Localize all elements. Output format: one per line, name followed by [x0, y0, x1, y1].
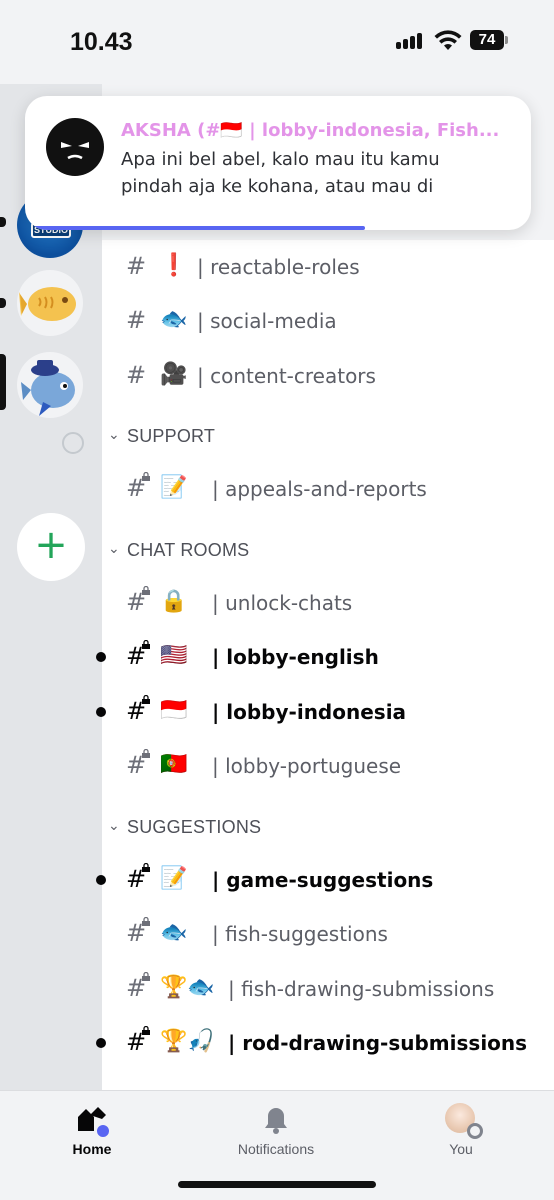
server-icon-taiyaki[interactable] [17, 270, 83, 336]
unread-indicator [96, 707, 106, 717]
text-channel-icon: # [126, 306, 147, 334]
channel-fish-drawing-submissions[interactable]: # 🏆🐟 | fish-drawing-submissions [102, 970, 554, 1010]
unread-indicator [96, 652, 106, 662]
channel-emoji: 🏆🎣 [160, 1029, 215, 1054]
channel-emoji: 🎥 [160, 362, 188, 387]
tab-label: You [449, 1141, 473, 1157]
tab-label: Notifications [237, 1141, 315, 1157]
sender-avatar [46, 118, 104, 176]
channel-content-creators[interactable]: # 🎥 | content-creators [102, 357, 554, 397]
channel-emoji: ❗ [160, 253, 188, 278]
cellular-signal-icon [396, 33, 424, 49]
channel-emoji: 📝 [160, 475, 188, 500]
unread-indicator [96, 875, 106, 885]
channel-reactable-roles[interactable]: # ❗ | reactable-roles [102, 248, 554, 288]
server-icon-fish-game[interactable] [17, 352, 83, 418]
channel-emoji: 📝 [160, 866, 188, 891]
channel-emoji: 🏆🐟 [160, 975, 215, 1000]
chevron-down-icon: ⌄ [108, 818, 120, 834]
channel-emoji: 🇵🇹 [160, 752, 188, 777]
channel-name: | fish-drawing-submissions [228, 977, 495, 1001]
chevron-down-icon: ⌄ [108, 541, 120, 557]
unread-server-pill [0, 217, 6, 227]
home-indicator[interactable] [178, 1181, 376, 1188]
channel-name: | unlock-chats [212, 591, 353, 615]
channel-lobby-indonesia[interactable]: # 🇮🇩 | lobby-indonesia [96, 693, 554, 733]
channel-social-media[interactable]: # 🐟 | social-media [102, 302, 554, 342]
notification-title: AKSHA (#🇮🇩 | lobby-indonesia, Fish... [121, 120, 500, 141]
channel-emoji: 🔒 [160, 589, 188, 614]
lock-icon [142, 972, 150, 981]
channel-name: | fish-suggestions [212, 922, 388, 946]
channel-name: | rod-drawing-submissions [228, 1031, 528, 1055]
tab-home[interactable]: Home [32, 1103, 152, 1163]
battery-level: 74 [470, 30, 504, 50]
channel-name: | game-suggestions [212, 868, 434, 892]
channel-name: | appeals-and-reports [212, 477, 427, 501]
selected-server-pill [0, 354, 6, 410]
category-label: CHAT ROOMS [127, 540, 250, 560]
notification-progress-bar [25, 226, 365, 230]
lock-icon [142, 640, 150, 649]
wifi-icon [434, 30, 462, 50]
add-server-button[interactable]: + [17, 513, 85, 581]
server-rail: STUDIO + [0, 84, 102, 1090]
channel-rod-drawing-submissions[interactable]: # 🏆🎣 | rod-drawing-submissions [96, 1024, 554, 1064]
lock-icon [142, 472, 150, 481]
unread-indicator [96, 1038, 106, 1048]
lock-icon [142, 1026, 150, 1035]
category-support[interactable]: ⌄ SUPPORT [102, 423, 554, 453]
channel-unlock-chats[interactable]: # 🔒 | unlock-chats [102, 584, 554, 624]
channel-appeals-and-reports[interactable]: # 📝 | appeals-and-reports [102, 470, 554, 510]
tab-you[interactable]: You [401, 1103, 521, 1163]
lock-icon [142, 749, 150, 758]
status-offline-icon [467, 1123, 483, 1139]
lock-icon [142, 917, 150, 926]
home-notification-dot [95, 1123, 111, 1139]
channel-name: | lobby-english [212, 645, 379, 669]
bell-icon [265, 1108, 287, 1134]
lock-icon [142, 695, 150, 704]
channel-list: # ❗ | reactable-roles # 🐟 | social-media… [96, 240, 554, 1090]
taiyaki-icon [19, 287, 76, 321]
text-channel-icon: # [126, 252, 147, 280]
blowfish-icon [21, 360, 75, 416]
unread-server-pill [0, 298, 6, 308]
category-chat-rooms[interactable]: ⌄ CHAT ROOMS [102, 537, 554, 567]
battery-icon: 74 [470, 30, 508, 50]
channel-emoji: 🇺🇸 [160, 643, 188, 668]
chevron-down-icon: ⌄ [108, 427, 120, 443]
channel-emoji: 🇮🇩 [160, 698, 188, 723]
channel-fish-suggestions[interactable]: # 🐟 | fish-suggestions [102, 915, 554, 955]
category-suggestions[interactable]: ⌄ SUGGESTIONS [102, 814, 554, 844]
channel-name: | social-media [197, 309, 337, 333]
category-label: SUPPORT [127, 426, 216, 446]
status-bar: 10.43 74 [0, 0, 554, 84]
category-label: SUGGESTIONS [127, 817, 262, 837]
channel-game-suggestions[interactable]: # 📝 | game-suggestions [96, 861, 554, 901]
event-badge-icon [62, 432, 84, 454]
push-notification[interactable]: AKSHA (#🇮🇩 | lobby-indonesia, Fish... Ap… [25, 96, 531, 230]
text-channel-icon: # [126, 361, 147, 389]
tab-label: Home [72, 1141, 112, 1157]
lock-icon [142, 863, 150, 872]
channel-name: | lobby-indonesia [212, 700, 407, 724]
angry-face-icon [61, 142, 89, 160]
tab-notifications[interactable]: Notifications [216, 1103, 336, 1163]
notification-body: Apa ini bel abel, kalo mau itu kamu pind… [121, 149, 440, 197]
status-time: 10.43 [70, 28, 133, 56]
channel-lobby-english[interactable]: # 🇺🇸 | lobby-english [96, 638, 554, 678]
channel-name: | content-creators [197, 364, 376, 388]
channel-name: | lobby-portuguese [212, 754, 402, 778]
channel-emoji: 🐟 [160, 307, 188, 332]
lock-icon [142, 586, 150, 595]
channel-name: | reactable-roles [197, 255, 360, 279]
channel-emoji: 🐟 [160, 920, 188, 945]
channel-lobby-portuguese[interactable]: # 🇵🇹 | lobby-portuguese [102, 747, 554, 787]
